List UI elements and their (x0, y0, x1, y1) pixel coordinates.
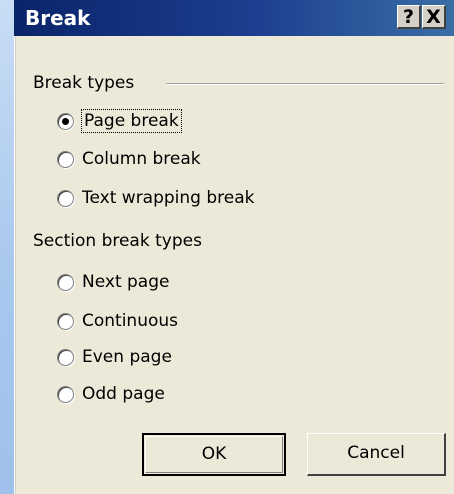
ok-button[interactable]: OK (142, 433, 286, 476)
radio-label: Continuous (82, 311, 179, 331)
radio-continuous[interactable]: Continuous (57, 307, 178, 335)
radio-label: Page break (81, 109, 182, 133)
break-dialog: Break ? X Break types Page break Column … (14, 0, 454, 494)
radio-text-wrapping-break[interactable]: Text wrapping break (57, 184, 255, 212)
ok-button-label: OK (201, 444, 227, 464)
radio-circle[interactable] (57, 385, 74, 403)
close-icon[interactable]: X (422, 5, 446, 29)
radio-even-page[interactable]: Even page (57, 343, 172, 371)
radio-circle[interactable] (57, 312, 74, 330)
cancel-button-label: Cancel (347, 443, 405, 463)
radio-circle[interactable] (57, 112, 74, 130)
radio-next-page[interactable]: Next page (57, 268, 169, 296)
section-break-types-label: Section break types (33, 231, 208, 251)
radio-label: Next page (82, 272, 170, 292)
radio-circle[interactable] (57, 150, 74, 168)
radio-label: Even page (82, 347, 172, 367)
radio-selected-dot (62, 117, 69, 125)
radio-label: Odd page (82, 384, 165, 404)
radio-column-break[interactable]: Column break (57, 145, 201, 173)
break-types-divider (166, 83, 444, 85)
dialog-title: Break (25, 6, 91, 30)
radio-label: Column break (82, 149, 201, 169)
radio-circle[interactable] (57, 348, 74, 366)
break-types-label: Break types (33, 73, 141, 93)
radio-odd-page[interactable]: Odd page (57, 380, 165, 408)
cancel-button[interactable]: Cancel (307, 433, 446, 476)
radio-page-break[interactable]: Page break (57, 107, 182, 135)
help-icon[interactable]: ? (397, 5, 421, 29)
radio-label: Text wrapping break (82, 188, 255, 208)
radio-circle[interactable] (57, 189, 74, 207)
radio-circle[interactable] (57, 273, 74, 291)
title-bar[interactable]: Break ? X (14, 0, 454, 36)
